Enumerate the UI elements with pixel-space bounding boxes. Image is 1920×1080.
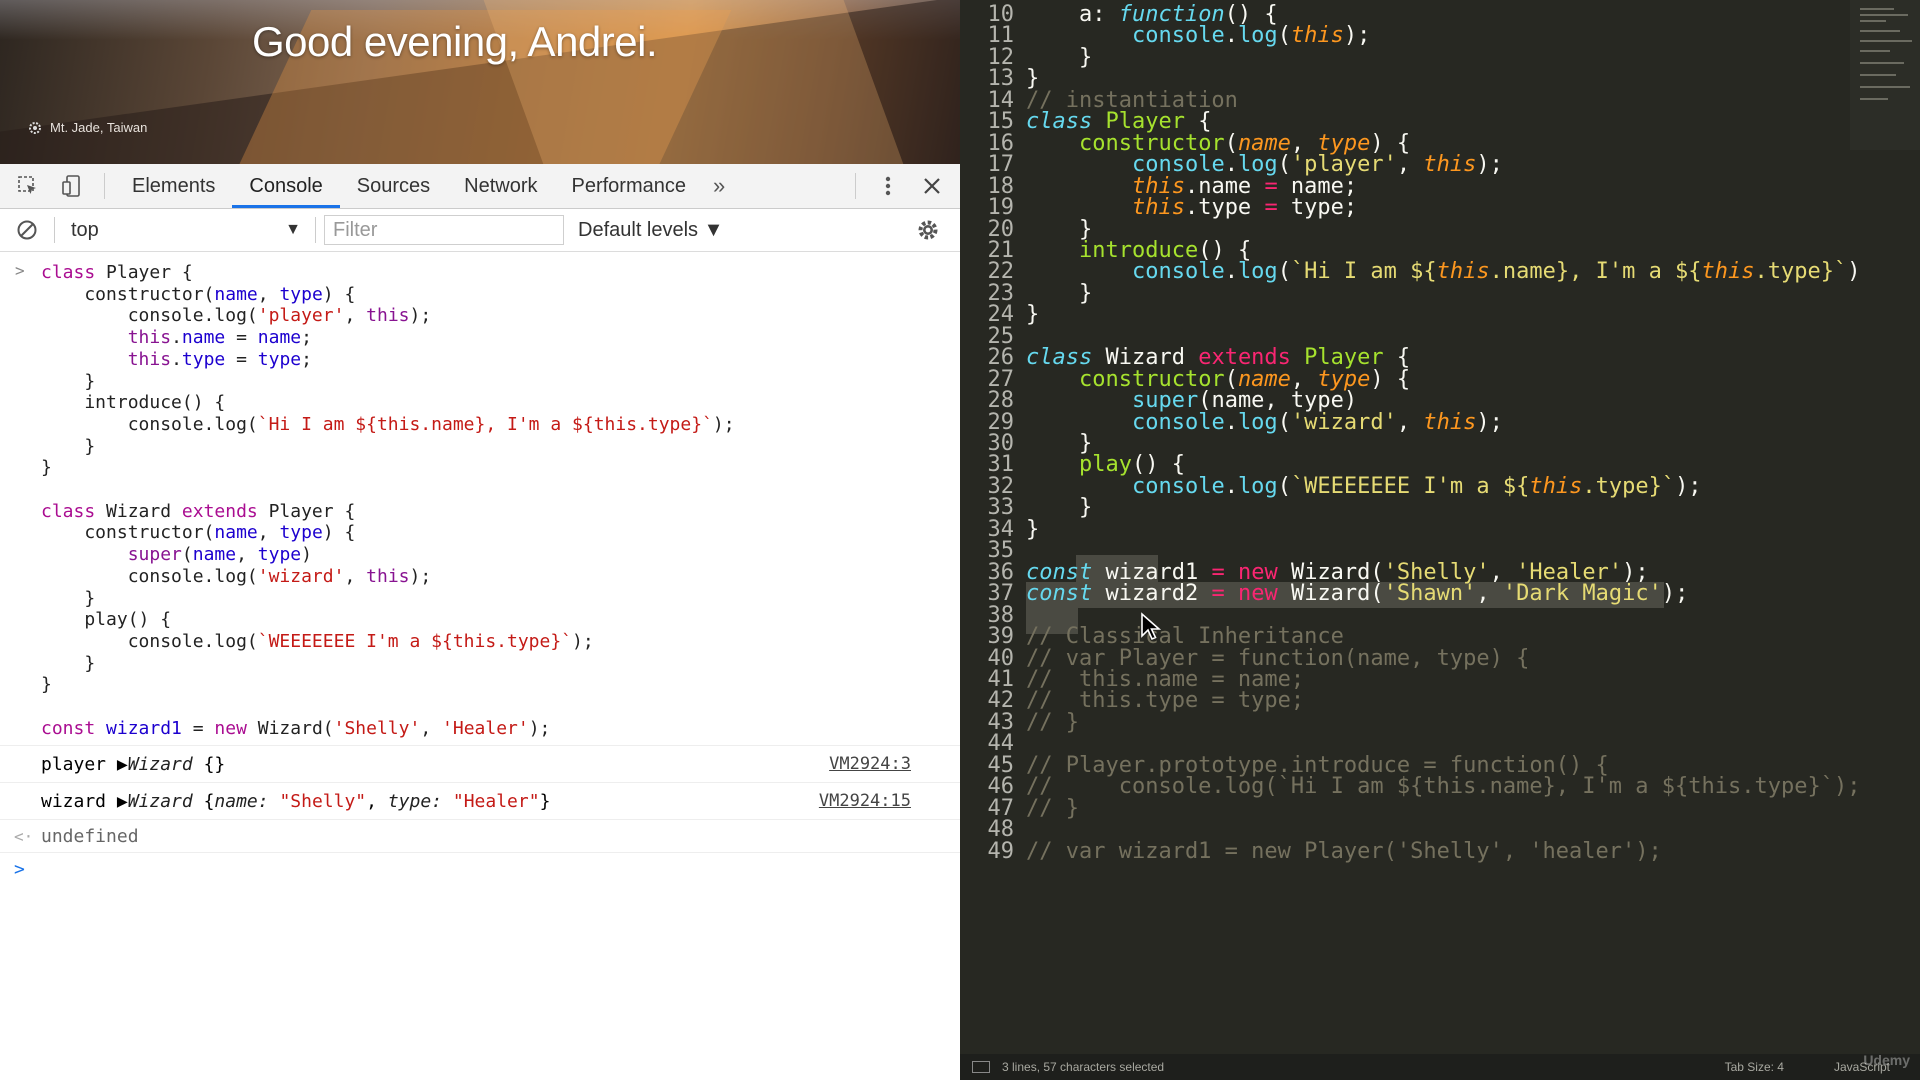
kebab-menu-icon[interactable]: [866, 164, 910, 208]
code-line[interactable]: // var wizard1 = new Player('Shelly', 'h…: [1026, 839, 1662, 864]
watermark-logo: Udemy: [1863, 1052, 1910, 1068]
clear-console-icon[interactable]: [0, 208, 54, 252]
log-text: wizard ▶Wizard {name: "Shelly", type: "H…: [41, 790, 551, 812]
code-line[interactable]: // }: [1026, 796, 1079, 821]
chevron-right-icon: >: [15, 261, 25, 280]
code-line[interactable]: console.log('wizard', this);: [1026, 410, 1503, 435]
code-line[interactable]: }: [1026, 517, 1039, 542]
log-levels-dropdown[interactable]: Default levels ▼: [578, 219, 723, 242]
greeting-text: Good evening, Andrei.: [252, 18, 658, 65]
line-number: 49: [987, 838, 1015, 864]
tab-sources[interactable]: Sources: [340, 164, 447, 208]
return-arrow-icon: <·: [14, 826, 34, 846]
log-text: player ▶Wizard {}: [41, 753, 226, 775]
console-output: > class Player { constructor(name, type) …: [0, 252, 960, 887]
return-text: undefined: [41, 825, 139, 847]
log-source-link[interactable]: VM2924:3: [829, 754, 911, 774]
code-line[interactable]: console.log(`WEEEEEEE I'm a ${this.type}…: [1026, 474, 1702, 499]
photo-credit[interactable]: Mt. Jade, Taiwan: [28, 120, 147, 135]
more-tabs-button[interactable]: »: [703, 173, 735, 199]
selection-status: 3 lines, 57 characters selected: [1002, 1060, 1165, 1074]
console-code: class Player { constructor(name, type) {…: [41, 262, 735, 739]
inspect-icon[interactable]: [6, 164, 50, 208]
devtools-tabbar: Elements Console Sources Network Perform…: [0, 164, 960, 209]
device-toolbar-icon[interactable]: [50, 164, 94, 208]
settings-gear-icon[interactable]: [906, 208, 950, 252]
console-log-entry[interactable]: wizard ▶Wizard {name: "Shelly", type: "H…: [0, 782, 960, 819]
console-log-entry[interactable]: player ▶Wizard {} VM2924:3: [0, 745, 960, 782]
tab-performance[interactable]: Performance: [555, 164, 704, 208]
tab-console[interactable]: Console: [232, 164, 340, 208]
log-source-link[interactable]: VM2924:15: [819, 791, 911, 811]
context-value: top: [71, 218, 99, 241]
new-tab-background: Good evening, Andrei. Mt. Jade, Taiwan: [0, 0, 960, 164]
browser-window: Good evening, Andrei. Mt. Jade, Taiwan E…: [0, 0, 960, 1080]
console-toolbar: top ▼ Default levels ▼: [0, 209, 960, 252]
context-select[interactable]: top ▼: [57, 219, 315, 242]
code-line[interactable]: const wizard2 = new Wizard('Shawn', 'Dar…: [1026, 581, 1688, 606]
code-line[interactable]: // }: [1026, 710, 1079, 735]
code-line[interactable]: // console.log(`Hi I am ${this.name}, I'…: [1026, 774, 1860, 799]
status-bar: 3 lines, 57 characters selected Tab Size…: [960, 1054, 1920, 1080]
code-line[interactable]: console.log(`Hi I am ${this.name}, I'm a…: [1026, 259, 1861, 284]
filter-input[interactable]: [324, 215, 564, 245]
photo-location: Mt. Jade, Taiwan: [50, 120, 148, 135]
code-editor[interactable]: 10 a: function() {11 console.log(this); 1…: [960, 0, 1920, 1080]
tab-network[interactable]: Network: [447, 164, 554, 208]
console-input-echo: > class Player { constructor(name, type) …: [0, 252, 960, 739]
gear-icon[interactable]: [28, 121, 42, 135]
devtools-panel: Elements Console Sources Network Perform…: [0, 164, 960, 1080]
mouse-cursor-icon: [1141, 612, 1162, 641]
minimap[interactable]: [1850, 0, 1920, 150]
close-icon[interactable]: [910, 164, 954, 208]
tab-size-status[interactable]: Tab Size: 4: [1725, 1060, 1784, 1074]
console-return-value: <· undefined: [0, 819, 960, 852]
panel-toggle-icon[interactable]: [972, 1061, 990, 1073]
code-line[interactable]: }: [1026, 302, 1039, 327]
prompt-chevron-icon: >: [14, 859, 25, 881]
tab-elements[interactable]: Elements: [115, 164, 232, 208]
dropdown-arrow-icon: ▼: [285, 221, 301, 238]
console-prompt[interactable]: >: [0, 852, 960, 887]
